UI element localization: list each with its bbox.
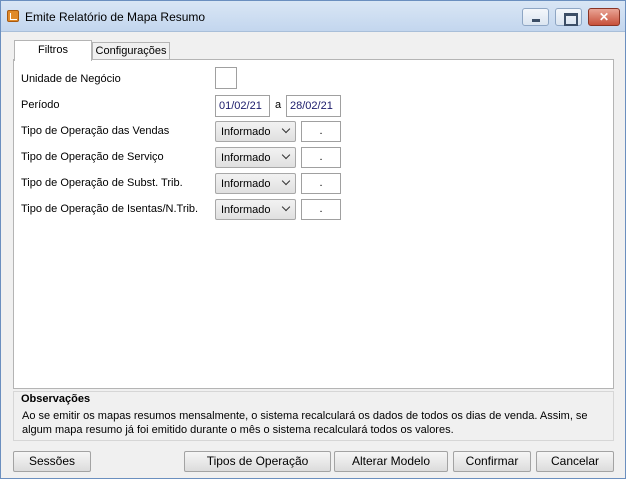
periodo-end-field[interactable]: 28/02/21 [286,95,341,117]
close-icon: ✕ [598,10,610,24]
tipo-subst-select-value: Informado [221,178,271,190]
tipo-vendas-code[interactable]: . [301,121,341,142]
periodo-start-field[interactable]: 01/02/21 [215,95,270,117]
periodo-separator: a [275,99,282,111]
observacoes-text: Ao se emitir os mapas resumos mensalment… [22,410,588,436]
tipo-servico-code[interactable]: . [301,147,341,168]
minimize-button[interactable] [522,8,549,26]
chevron-down-icon [281,176,291,186]
title-bar[interactable]: Emite Relatório de Mapa Resumo ✕ [1,1,625,32]
sessoes-button[interactable]: Sessões [13,451,91,472]
tipo-vendas-select[interactable]: Informado [215,121,296,142]
tab-configuracoes[interactable]: Configurações [92,42,170,59]
unidade-label: Unidade de Negócio [21,73,121,85]
tipo-servico-select[interactable]: Informado [215,147,296,168]
unidade-checkbox[interactable] [215,67,237,89]
observacoes-box: Observações Ao se emitir os mapas resumo… [13,391,614,441]
cancelar-button[interactable]: Cancelar [536,451,614,472]
maximize-button[interactable] [555,8,582,26]
chevron-down-icon [281,202,291,212]
tipos-operacao-button[interactable]: Tipos de Operação [184,451,331,472]
tipo-subst-select[interactable]: Informado [215,173,296,194]
tipo-isentas-code[interactable]: . [301,199,341,220]
chevron-down-icon [281,150,291,160]
tipo-isentas-label: Tipo de Operação de Isentas/N.Trib. [21,203,199,215]
tipo-isentas-select-value: Informado [221,204,271,216]
tipo-isentas-select[interactable]: Informado [215,199,296,220]
window-title: Emite Relatório de Mapa Resumo [25,10,206,24]
observacoes-title: Observações [21,393,91,405]
tipo-subst-code[interactable]: . [301,173,341,194]
periodo-label: Período [21,99,60,111]
filtros-panel: Unidade de Negócio Período 01/02/21 a 28… [13,59,614,389]
app-icon [7,10,19,22]
tab-filtros[interactable]: Filtros [14,40,92,61]
dialog-window: Emite Relatório de Mapa Resumo ✕ Filtros… [0,0,626,479]
chevron-down-icon [281,124,291,134]
close-button[interactable]: ✕ [588,8,620,26]
alterar-modelo-button[interactable]: Alterar Modelo [334,451,448,472]
tipo-vendas-label: Tipo de Operação das Vendas [21,125,170,137]
tipo-vendas-select-value: Informado [221,126,271,138]
tipo-servico-select-value: Informado [221,152,271,164]
tipo-subst-label: Tipo de Operação de Subst. Trib. [21,177,183,189]
tipo-servico-label: Tipo de Operação de Serviço [21,151,164,163]
confirmar-button[interactable]: Confirmar [453,451,531,472]
